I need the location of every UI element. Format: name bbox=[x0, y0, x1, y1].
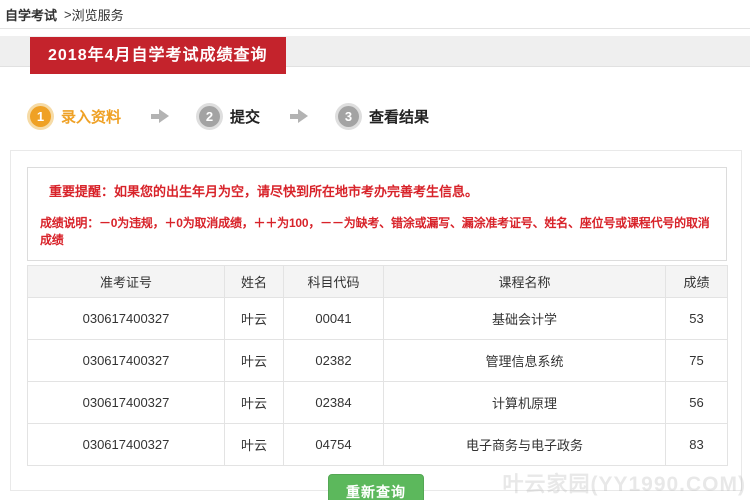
cell-ticket: 030617400327 bbox=[27, 339, 225, 382]
results-card: 重要提醒：如果您的出生年月为空，请尽快到所在地市考办完善考生信息。 成绩说明：－… bbox=[10, 150, 742, 500]
col-header-admission-ticket: 准考证号 bbox=[27, 265, 225, 298]
cell-ticket: 030617400327 bbox=[27, 297, 225, 340]
table-header-row: 准考证号 姓名 科目代码 课程名称 成绩 bbox=[27, 265, 728, 298]
page: 自学考试 > 浏览服务 2018年4月自学考试成绩查询 1 录入资料 2 提交 3… bbox=[0, 0, 750, 500]
cell-course-name: 基础会计学 bbox=[383, 297, 666, 340]
col-header-course-name: 课程名称 bbox=[383, 265, 666, 298]
step-2-submit: 2 提交 bbox=[199, 105, 261, 127]
cell-score: 53 bbox=[665, 297, 728, 340]
table-row: 030617400327 叶云 02382 管理信息系统 75 bbox=[27, 339, 728, 382]
cell-ticket: 030617400327 bbox=[27, 381, 225, 424]
cell-course-name: 计算机原理 bbox=[383, 381, 666, 424]
important-notice-text: 重要提醒：如果您的出生年月为空，请尽快到所在地市考办完善考生信息。 bbox=[49, 184, 479, 199]
cell-name: 叶云 bbox=[224, 381, 284, 424]
wizard-steps: 1 录入资料 2 提交 3 查看结果 bbox=[30, 100, 429, 132]
cell-score: 56 bbox=[665, 381, 728, 424]
cell-ticket: 030617400327 bbox=[27, 423, 225, 466]
requery-button[interactable]: 重新查询 bbox=[328, 474, 424, 500]
score-explanation-text: 成绩说明：－0为违规，＋0为取消成绩，＋＋为100，－－为缺考、错涂或漏写、漏涂… bbox=[40, 216, 710, 247]
cell-subject-code: 02382 bbox=[283, 339, 384, 382]
step-2-label: 提交 bbox=[230, 108, 261, 126]
cell-subject-code: 00041 bbox=[283, 297, 384, 340]
table-row: 030617400327 叶云 00041 基础会计学 53 bbox=[27, 297, 728, 340]
col-header-score: 成绩 bbox=[665, 265, 728, 298]
message-box: 重要提醒：如果您的出生年月为空，请尽快到所在地市考办完善考生信息。 成绩说明：－… bbox=[27, 167, 727, 261]
step-1-enter-info: 1 录入资料 bbox=[30, 105, 122, 127]
cell-name: 叶云 bbox=[224, 423, 284, 466]
step-3-view-results: 3 查看结果 bbox=[338, 105, 430, 127]
step-1-label: 录入资料 bbox=[61, 108, 122, 126]
breadcrumb-separator: > bbox=[64, 6, 72, 22]
step-2-number-badge: 2 bbox=[199, 105, 221, 127]
breadcrumb-current-link[interactable]: 浏览服务 bbox=[72, 5, 124, 24]
cell-subject-code: 04754 bbox=[283, 423, 384, 466]
page-title: 2018年4月自学考试成绩查询 bbox=[30, 37, 286, 74]
table-row: 030617400327 叶云 02384 计算机原理 56 bbox=[27, 381, 728, 424]
cell-score: 83 bbox=[665, 423, 728, 466]
breadcrumb-root-link[interactable]: 自学考试 bbox=[5, 5, 57, 24]
cell-score: 75 bbox=[665, 339, 728, 382]
col-header-name: 姓名 bbox=[224, 265, 284, 298]
arrow-right-icon bbox=[151, 109, 170, 123]
breadcrumb: 自学考试 > 浏览服务 bbox=[0, 0, 750, 29]
cell-name: 叶云 bbox=[224, 297, 284, 340]
step-3-number-badge: 3 bbox=[338, 105, 360, 127]
arrow-right-icon bbox=[290, 109, 309, 123]
col-header-subject-code: 科目代码 bbox=[283, 265, 384, 298]
scores-table: 准考证号 姓名 科目代码 课程名称 成绩 030617400327 叶云 000… bbox=[27, 265, 728, 466]
table-row: 030617400327 叶云 04754 电子商务与电子政务 83 bbox=[27, 423, 728, 466]
button-row: 重新查询 bbox=[11, 474, 741, 500]
cell-subject-code: 02384 bbox=[283, 381, 384, 424]
step-3-label: 查看结果 bbox=[369, 108, 430, 126]
cell-course-name: 管理信息系统 bbox=[383, 339, 666, 382]
cell-course-name: 电子商务与电子政务 bbox=[383, 423, 666, 466]
cell-name: 叶云 bbox=[224, 339, 284, 382]
step-1-number-badge: 1 bbox=[30, 105, 51, 127]
